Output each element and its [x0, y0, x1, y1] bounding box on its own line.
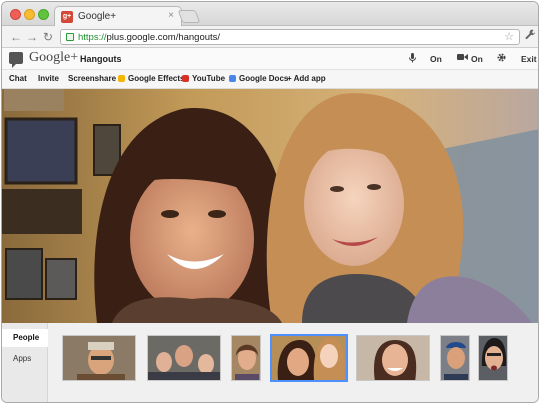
video-frame	[2, 89, 538, 323]
hangout-app-toolbar: Chat Invite Screenshare Google Effects Y…	[2, 70, 538, 89]
microphone-state[interactable]: On	[430, 54, 442, 64]
google-docs-label: Google Docs	[239, 74, 289, 83]
googleplus-header: Google+ Hangouts On On Exit	[2, 48, 538, 70]
close-window-button[interactable]	[10, 9, 21, 20]
bookmark-star-icon[interactable]: ☆	[504, 30, 514, 43]
chat-button[interactable]: Chat	[9, 74, 27, 83]
participant-thumbnail-selected[interactable]	[270, 334, 348, 382]
url-scheme: https://	[78, 32, 107, 43]
participant-filmstrip: People Apps	[2, 323, 538, 402]
url-path: plus.google.com/hangouts/	[106, 32, 221, 43]
page-title: Hangouts	[80, 54, 122, 64]
exit-button[interactable]: Exit	[521, 54, 537, 64]
add-app-button[interactable]: + Add app	[287, 74, 326, 83]
googleplus-favicon-icon: g+	[61, 11, 73, 23]
tab-bar: g+ Google+ ×	[2, 2, 538, 27]
participant-thumbnail[interactable]	[231, 335, 261, 381]
googleplus-logo[interactable]: Google+	[29, 50, 78, 66]
screenshare-button[interactable]: Screenshare	[68, 74, 116, 83]
google-effects-button[interactable]: Google Effects	[118, 74, 184, 83]
youtube-label: YouTube	[192, 74, 226, 83]
settings-gear-icon[interactable]	[497, 53, 506, 64]
youtube-button[interactable]: YouTube	[182, 74, 225, 83]
lock-icon	[66, 33, 74, 41]
google-docs-button[interactable]: Google Docs	[229, 74, 288, 83]
hangouts-logo-icon	[9, 52, 23, 68]
youtube-icon	[182, 75, 189, 82]
address-bar[interactable]: https://plus.google.com/hangouts/ ☆	[60, 29, 520, 45]
minimize-window-button[interactable]	[24, 9, 35, 20]
browser-window: g+ Google+ × ← → ↻ https://plus.google.c…	[1, 1, 539, 403]
camera-state[interactable]: On	[471, 54, 483, 64]
participant-thumbnail[interactable]	[440, 335, 470, 381]
invite-button[interactable]: Invite	[38, 74, 59, 83]
tab-apps[interactable]: Apps	[2, 350, 48, 368]
google-effects-label: Google Effects	[128, 74, 185, 83]
new-tab-button[interactable]	[177, 10, 201, 23]
main-video-feed	[2, 89, 538, 323]
microphone-icon[interactable]	[409, 53, 416, 65]
docs-icon	[229, 75, 236, 82]
effects-icon	[118, 75, 125, 82]
tab-close-icon[interactable]: ×	[168, 10, 174, 21]
wrench-icon[interactable]	[525, 29, 536, 43]
browser-tab[interactable]: g+ Google+ ×	[54, 6, 182, 27]
participant-thumbnail[interactable]	[147, 335, 221, 381]
camera-icon[interactable]	[457, 53, 468, 63]
participant-thumbnail[interactable]	[356, 335, 430, 381]
reload-icon[interactable]: ↻	[43, 29, 53, 45]
zoom-window-button[interactable]	[38, 9, 49, 20]
back-icon[interactable]: ←	[10, 29, 22, 45]
tab-title: Google+	[78, 11, 117, 22]
participant-thumbnail[interactable]	[478, 335, 508, 381]
forward-icon[interactable]: →	[26, 29, 38, 45]
participant-thumbnail[interactable]	[62, 335, 136, 381]
navigation-bar: ← → ↻ https://plus.google.com/hangouts/ …	[2, 26, 538, 48]
filmstrip-tabs: People Apps	[2, 323, 48, 402]
url-text: https://plus.google.com/hangouts/	[78, 32, 220, 43]
tab-people[interactable]: People	[2, 329, 48, 347]
